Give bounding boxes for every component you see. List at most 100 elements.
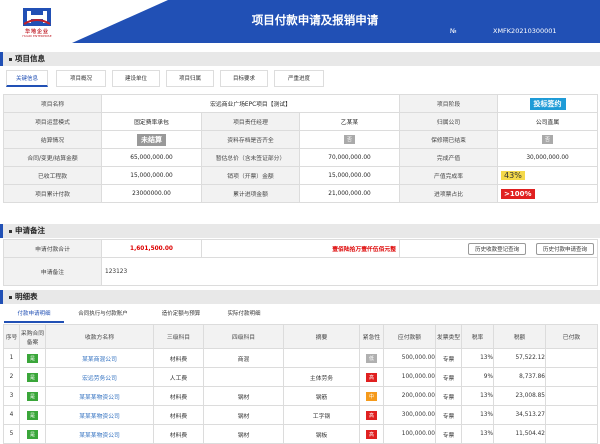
tab-cost-budget[interactable]: 造价定额与预算 [150, 306, 212, 323]
row-amount: 100,000.00 [383, 424, 436, 444]
tab-key-info[interactable]: 关键信息 [6, 70, 48, 87]
label-contract-amount: 合同/变更/结算金额 [3, 148, 102, 167]
table-row[interactable]: 3 是 某某某物资公司 材料费 钢材 钢筋 中 200,000.00 专票 13… [3, 386, 598, 406]
row-urgency-cell: 高 [359, 367, 384, 387]
tab-target-requirements[interactable]: 目标要求 [220, 70, 268, 87]
request-note-row: 申请备注 123123 [3, 257, 598, 286]
project-info-heading-text: 项目信息 [15, 54, 45, 63]
row-tax: 34,513.27 [493, 405, 546, 425]
detail-heading: 明细表 [0, 290, 600, 304]
table-row[interactable]: 2 是 宏远劳务公司 人工费 主体劳务 高 100,000.00 专票 9% 8… [3, 367, 598, 387]
detail-heading-text: 明细表 [15, 292, 38, 301]
project-info-heading: 项目信息 [0, 52, 600, 66]
row-payee[interactable]: 某某某物资公司 [45, 424, 154, 444]
value-completion-rate-cell: 43% [497, 166, 599, 185]
row-filed-cell: 是 [19, 348, 46, 368]
label-operation-mode: 项目运营模式 [3, 112, 102, 131]
row-level3: 材料费 [153, 405, 204, 425]
tab-project-ownership[interactable]: 项目归属 [166, 70, 214, 87]
row-amount: 200,000.00 [383, 386, 436, 406]
value-settlement-cell: 未结算 [101, 130, 202, 149]
urgency-tag: 高 [365, 410, 377, 420]
warranty-badge: 否 [542, 135, 554, 144]
row-payee[interactable]: 宏远劳务公司 [45, 367, 154, 387]
page-title: 项目付款申请及报销申请 [251, 13, 379, 27]
row-index: 1 [3, 348, 20, 368]
value-warranty-cell: 否 [497, 130, 599, 149]
tab-construction-unit[interactable]: 建设单位 [112, 70, 160, 87]
label-completion-rate: 产值完成率 [399, 166, 499, 185]
row-level3: 人工费 [153, 367, 204, 387]
row-paid [545, 424, 598, 444]
row-tax: 23,008.85 [493, 386, 546, 406]
row-payee[interactable]: 某某某物资公司 [45, 405, 154, 425]
label-received: 已收工程款 [3, 166, 102, 185]
history-buttons-cell: 历史收款登记查询 历史付款申请查询 [399, 239, 598, 258]
logo-mark-icon [23, 8, 51, 26]
history-receipt-button[interactable]: 历史收款登记查询 [468, 242, 527, 255]
tab-progress[interactable]: 严重进度 [274, 70, 324, 87]
value-request-total-cn-cell: 壹佰陆拾万壹仟伍佰元整 [201, 239, 400, 258]
value-company: 公司直属 [497, 112, 599, 131]
section-bullet-icon [9, 57, 12, 61]
table-row[interactable]: 4 是 某某某物资公司 材料费 钢材 工字钢 高 300,000.00 专票 1… [3, 405, 598, 425]
row-filed-cell: 是 [19, 424, 46, 444]
row-invoice: 专票 [435, 424, 462, 444]
row-amount: 100,000.00 [383, 367, 436, 387]
row-amount: 300,000.00 [383, 405, 436, 425]
tab-project-overview[interactable]: 项目概况 [56, 70, 106, 87]
docs-archived-badge: 否 [344, 135, 356, 144]
request-total-row: 申请付款合计 1,601,500.00 壹佰陆拾万壹仟伍佰元整 历史收款登记查询… [3, 239, 598, 258]
row-paid [545, 348, 598, 368]
label-project-name: 项目名称 [3, 94, 102, 113]
value-total-paid: 23000000.00 [101, 184, 202, 203]
urgency-tag: 高 [365, 429, 377, 439]
completion-rate-badge: 43% [501, 171, 525, 180]
request-total-chinese: 壹佰陆拾万壹仟伍佰元整 [332, 247, 396, 253]
row-filed-cell: 是 [19, 367, 46, 387]
project-row-amounts: 合同/变更/结算金额 65,000,000.00 暂估总价（含未签证部分） 70… [3, 148, 599, 167]
value-received: 15,000,000.00 [101, 166, 202, 185]
value-input-amount: 21,000,000.00 [298, 184, 401, 203]
col-level4: 四级科目 [203, 324, 284, 349]
value-project-name: 宏远商业广场EPC项目【测试】 [100, 94, 401, 113]
row-level4 [203, 367, 284, 387]
row-summary [283, 348, 360, 368]
row-payee[interactable]: 某某某物资公司 [45, 386, 154, 406]
label-total-paid: 项目累计付款 [3, 184, 102, 203]
tab-actual-payments[interactable]: 实际付款明细 [214, 306, 274, 323]
col-tax-amount: 税额 [493, 324, 546, 349]
row-urgency-cell: 高 [359, 424, 384, 444]
row-payee[interactable]: 某某商混公司 [45, 348, 154, 368]
request-notes-heading-text: 申请备注 [15, 226, 45, 235]
filed-tag: 是 [26, 353, 38, 363]
col-summary: 摘要 [283, 324, 360, 349]
row-level4: 钢材 [203, 386, 284, 406]
project-row-paid: 项目累计付款 23000000.00 累计进项金额 21,000,000.00 … [3, 184, 599, 203]
row-level4: 钢材 [203, 424, 284, 444]
filed-tag: 是 [26, 410, 38, 420]
value-docs-archived-cell: 否 [298, 130, 401, 149]
project-row-settlement: 结算情况 未结算 资料存档是否齐全 否 保修期已结束 否 [3, 130, 599, 149]
table-row[interactable]: 1 是 某某商混公司 材料费 商混 低 500,000.00 专票 13% 57… [3, 348, 598, 368]
tab-contract-execution[interactable]: 合同执行与付款账户 [68, 306, 138, 323]
row-rate: 13% [461, 405, 494, 425]
label-request-note: 申请备注 [3, 257, 102, 286]
value-request-note[interactable]: 123123 [101, 257, 598, 286]
logo-brand-en: HUADI ENTERPRISE [22, 34, 52, 38]
col-invoice-type: 发票类型 [435, 324, 462, 349]
history-payment-button[interactable]: 历史付款申请查询 [535, 242, 594, 255]
tab-payment-details[interactable]: 付款申请明细 [4, 306, 64, 323]
col-paid: 已付款 [545, 324, 598, 349]
filed-tag: 是 [26, 372, 38, 382]
table-row[interactable]: 5 是 某某某物资公司 材料费 钢材 钢板 高 100,000.00 专票 13… [3, 424, 598, 444]
row-tax: 57,522.12 [493, 348, 546, 368]
project-row-received: 已收工程款 15,000,000.00 销项（开票）金额 15,000,000.… [3, 166, 599, 185]
row-summary: 工字钢 [283, 405, 360, 425]
row-level4: 钢材 [203, 405, 284, 425]
value-contract-amount: 65,000,000.00 [101, 148, 202, 167]
label-company: 归属公司 [399, 112, 499, 131]
value-output-value: 30,000,000.00 [497, 148, 599, 167]
settlement-badge: 未结算 [137, 133, 166, 146]
row-paid [545, 405, 598, 425]
